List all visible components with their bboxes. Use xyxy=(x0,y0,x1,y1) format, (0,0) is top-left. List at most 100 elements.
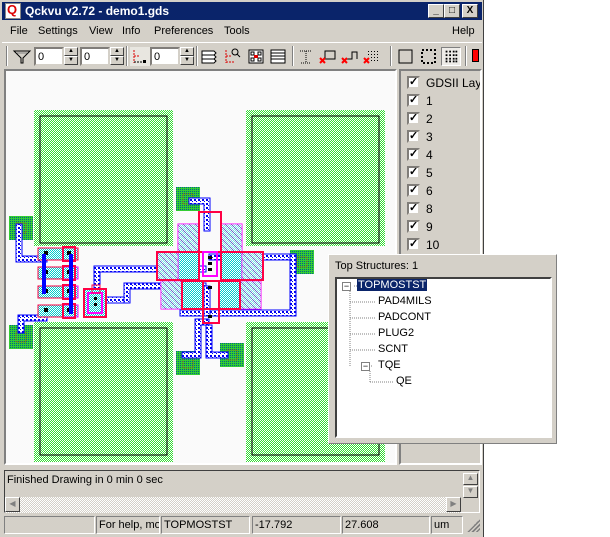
status-units: um xyxy=(431,516,463,534)
ruler-icon[interactable] xyxy=(296,47,316,66)
delete-box-icon[interactable] xyxy=(318,47,338,66)
pad-bottom-left xyxy=(34,322,173,462)
layer-label: 1 xyxy=(426,94,433,108)
toolbar-separator xyxy=(196,46,198,66)
color-red-icon[interactable] xyxy=(472,49,479,62)
collapse-toggle[interactable]: − xyxy=(342,282,351,291)
toolbar-separator xyxy=(390,46,392,66)
layer-row-header[interactable]: ✓ GDSII Layers xyxy=(405,74,480,92)
minimize-button[interactable]: _ xyxy=(428,4,444,18)
layer-checkbox[interactable]: ✓ xyxy=(407,202,420,215)
horizontal-scrollbar[interactable]: ◀ ▶ xyxy=(5,497,461,513)
layer-label: 2 xyxy=(426,112,433,126)
layer-checkbox[interactable]: ✓ xyxy=(407,148,420,161)
status-structure: TOPMOSTST xyxy=(161,516,250,534)
layer-row[interactable]: ✓ 4 xyxy=(405,146,480,164)
dotted-box-icon[interactable] xyxy=(418,47,438,66)
layer-checkbox[interactable]: ✓ xyxy=(407,166,420,179)
select-cells-icon[interactable] xyxy=(246,47,266,66)
layer-row[interactable]: ✓ 2 xyxy=(405,110,480,128)
tree-node-topmostst[interactable]: TOPMOSTST xyxy=(357,279,428,291)
tree-lines xyxy=(349,285,393,383)
layer-checkbox[interactable]: ✓ xyxy=(407,238,420,251)
status-y-coordinate: 27.608 xyxy=(342,516,430,534)
menu-help[interactable]: Help xyxy=(452,25,475,37)
tree-node-pad4mils[interactable]: PAD4MILS xyxy=(378,295,432,307)
hierarchy-level-input[interactable] xyxy=(150,47,180,66)
toolbar-separator xyxy=(6,46,8,66)
layer-checkbox[interactable]: ✓ xyxy=(407,76,420,89)
scroll-up-button[interactable]: ▲ xyxy=(463,473,478,485)
outline-box-icon[interactable] xyxy=(395,47,415,66)
delete-grid-icon[interactable] xyxy=(362,47,382,66)
hierarchy-icon[interactable] xyxy=(130,47,150,66)
status-x-coordinate: -17.792 xyxy=(252,516,341,534)
spin-up-button[interactable]: ▲ xyxy=(110,47,124,56)
structures-panel: Top Structures: 1 − TOPMOSTST PAD4MILS P… xyxy=(328,254,557,444)
structure-tree: − TOPMOSTST PAD4MILS PADCONT PLUG2 SCNT … xyxy=(335,277,552,438)
tree-node-padcont[interactable]: PADCONT xyxy=(378,311,431,323)
close-button[interactable]: X xyxy=(462,4,478,18)
maximize-button[interactable]: □ xyxy=(444,4,460,18)
filter-level-input[interactable] xyxy=(34,47,64,66)
toolbar-separator xyxy=(292,46,294,66)
menu-view[interactable]: View xyxy=(89,25,113,37)
scroll-down-button[interactable]: ▼ xyxy=(463,486,478,498)
delete-path-icon[interactable] xyxy=(340,47,360,66)
layer-checkbox[interactable]: ✓ xyxy=(407,130,420,143)
toolbar: ▲▼ ▲▼ ▲▼ xyxy=(2,42,482,68)
message-text: Finished Drawing in 0 min 0 sec xyxy=(7,474,163,486)
menu-tools[interactable]: Tools xyxy=(224,25,250,37)
layer-label: 4 xyxy=(426,148,433,162)
layer-row[interactable]: ✓ 8 xyxy=(405,200,480,218)
window-title: Qckvu v2.72 - demo1.gds xyxy=(25,4,170,18)
scroll-right-button[interactable]: ▶ xyxy=(446,497,461,512)
layer-checkbox[interactable]: ✓ xyxy=(407,220,420,233)
filter-icon[interactable] xyxy=(12,47,32,66)
hierarchy-search-icon[interactable] xyxy=(222,47,242,66)
tree-node-scnt[interactable]: SCNT xyxy=(378,343,408,355)
menu-bar: File Settings View Info Preferences Tool… xyxy=(2,22,482,41)
depth-input[interactable] xyxy=(80,47,110,66)
layer-row[interactable]: ✓ 10 xyxy=(405,236,480,254)
message-log: Finished Drawing in 0 min 0 sec ▲ ▼ ◀ ▶ xyxy=(4,470,480,513)
structures-header: Top Structures: 1 xyxy=(335,260,419,272)
pad-top-right xyxy=(246,110,385,246)
spin-down-button[interactable]: ▼ xyxy=(180,56,194,65)
spin-up-button[interactable]: ▲ xyxy=(64,47,78,56)
tree-node-qe[interactable]: QE xyxy=(396,375,412,387)
grid-fill-icon[interactable] xyxy=(441,47,461,66)
layer-checkbox[interactable]: ✓ xyxy=(407,184,420,197)
spin-up-button[interactable]: ▲ xyxy=(180,47,194,56)
status-pane-blank xyxy=(4,516,95,534)
layer-checkbox[interactable]: ✓ xyxy=(407,112,420,125)
spin-down-button[interactable]: ▼ xyxy=(64,56,78,65)
layer-row[interactable]: ✓ 9 xyxy=(405,218,480,236)
toolbar-separator xyxy=(465,46,467,66)
layer-label: 6 xyxy=(426,184,433,198)
layers-stack-icon[interactable] xyxy=(199,47,219,66)
pad-top-left xyxy=(34,110,173,246)
layer-checkbox[interactable]: ✓ xyxy=(407,94,420,107)
tree-node-tqe[interactable]: TQE xyxy=(378,359,401,371)
layer-row[interactable]: ✓ 6 xyxy=(405,182,480,200)
layer-label: 3 xyxy=(426,130,433,144)
app-icon[interactable]: Q xyxy=(5,2,21,19)
layer-row[interactable]: ✓ 3 xyxy=(405,128,480,146)
tree-node-plug2[interactable]: PLUG2 xyxy=(378,327,414,339)
title-bar[interactable]: Q Qckvu v2.72 - demo1.gds _ □ X xyxy=(2,2,482,20)
toolbar-separator xyxy=(126,46,128,66)
resize-grip[interactable] xyxy=(467,519,480,532)
menu-file[interactable]: File xyxy=(10,25,28,37)
layer-label: 9 xyxy=(426,220,433,234)
layer-row[interactable]: ✓ 1 xyxy=(405,92,480,110)
list-lines-icon[interactable] xyxy=(268,47,288,66)
scroll-left-button[interactable]: ◀ xyxy=(5,497,20,512)
layer-label: 5 xyxy=(426,166,433,180)
collapse-toggle[interactable]: − xyxy=(361,362,370,371)
menu-settings[interactable]: Settings xyxy=(38,25,78,37)
menu-info[interactable]: Info xyxy=(122,25,140,37)
layer-row[interactable]: ✓ 5 xyxy=(405,164,480,182)
spin-down-button[interactable]: ▼ xyxy=(110,56,124,65)
menu-preferences[interactable]: Preferences xyxy=(154,25,213,37)
